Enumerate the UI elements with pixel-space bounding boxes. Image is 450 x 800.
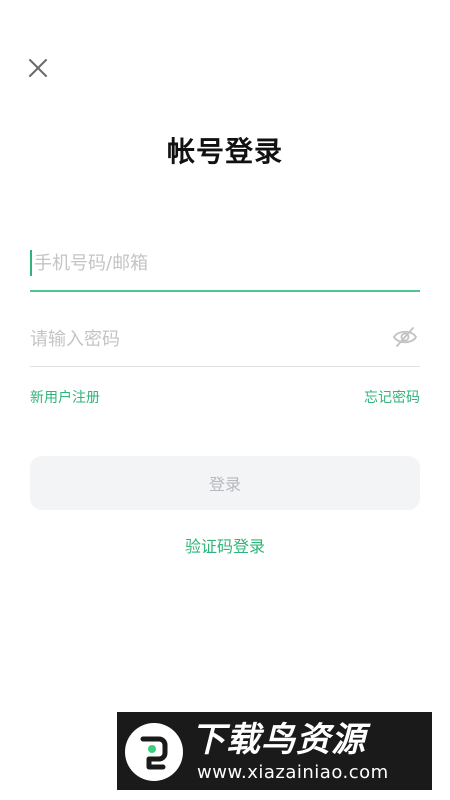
forgot-password-link[interactable]: 忘记密码 <box>364 387 420 407</box>
login-button[interactable]: 登录 <box>30 456 420 510</box>
page-title: 帐号登录 <box>166 135 283 168</box>
watermark-banner: 下载鸟资源 www.xiazainiao.com <box>117 712 432 790</box>
toggle-password-visibility-button[interactable] <box>392 324 418 350</box>
watermark-title: 下载鸟资源 <box>191 720 366 760</box>
password-input[interactable] <box>30 316 370 362</box>
eye-hidden-icon <box>392 327 418 347</box>
account-input[interactable] <box>34 240 374 286</box>
watermark-url: www.xiazainiao.com <box>197 762 389 783</box>
close-icon <box>29 59 47 77</box>
account-field <box>30 240 420 292</box>
text-caret <box>30 250 32 276</box>
close-button[interactable] <box>26 56 50 80</box>
password-field <box>30 316 420 367</box>
login-screen: 帐号登录 新用户注册 忘记密码 登录 验证码登录 下载鸟资源 www.xiaza… <box>0 0 450 800</box>
bird-logo-icon <box>125 723 183 781</box>
auth-links: 新用户注册 忘记密码 <box>30 387 420 407</box>
verification-code-login-link[interactable]: 验证码登录 <box>0 533 450 557</box>
register-link[interactable]: 新用户注册 <box>30 387 100 407</box>
